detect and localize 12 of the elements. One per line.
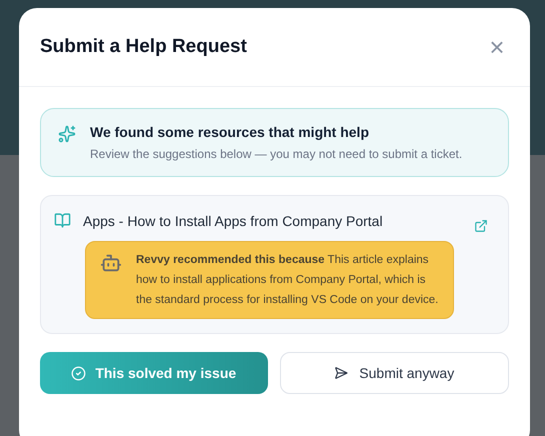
sparkle-icon [58, 125, 76, 143]
submit-button[interactable]: Submit anyway [280, 352, 509, 394]
book-icon [54, 212, 71, 229]
check-circle-icon [71, 366, 86, 380]
article-title[interactable]: Apps - How to Install Apps from Company Portal [83, 211, 462, 232]
notice-heading: We found some resources that might help [90, 123, 370, 142]
external-link-icon[interactable] [474, 219, 488, 233]
recommendation-text: Revvy recommended this because This article explains how to install applications from Company Portal, which is the standard process for installing VS Code on your device. [136, 253, 440, 308]
notice-text: Review the suggestions below — you may not need to submit a ticket. [90, 146, 462, 163]
send-icon [334, 366, 348, 380]
dialog-title: Submit a Help Request [40, 34, 247, 59]
robot-icon [100, 252, 122, 274]
